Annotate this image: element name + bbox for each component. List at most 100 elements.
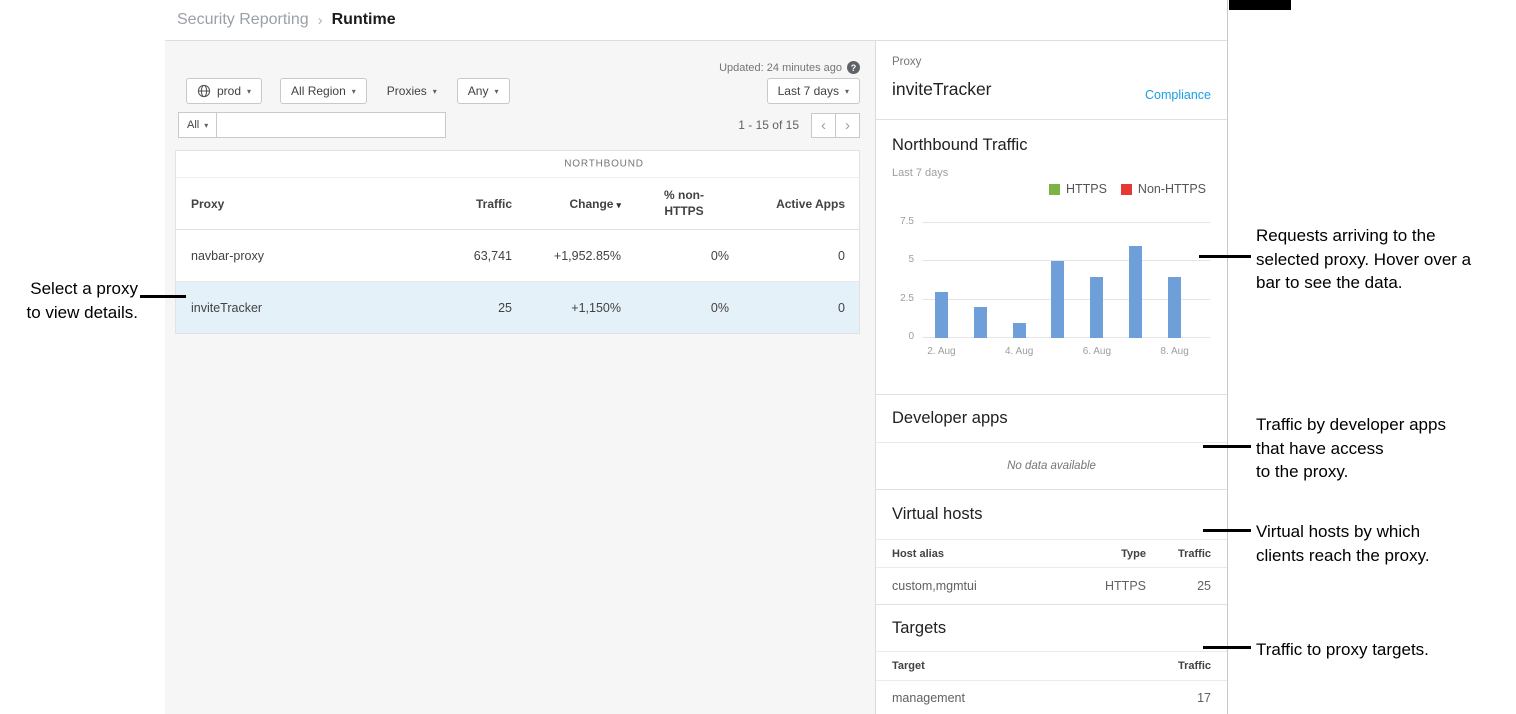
targets-section: Targets Target Traffic management 17 — [876, 605, 1227, 714]
legend-label-https: HTTPS — [1066, 182, 1107, 196]
breadcrumb-separator-icon: › — [318, 12, 323, 29]
targets-title: Targets — [892, 619, 946, 638]
column-header-target: Target — [892, 660, 1146, 672]
chevron-right-icon: › — [845, 117, 850, 134]
proxy-header-section: Proxy inviteTracker Compliance — [876, 41, 1227, 120]
column-header-traffic[interactable]: Traffic — [416, 197, 526, 211]
chart-bar-7[interactable] — [1168, 277, 1181, 338]
non-https-label-line1: % non- — [635, 188, 733, 204]
cell-traffic: 25 — [1146, 579, 1211, 593]
caret-down-icon: ▾ — [204, 121, 208, 130]
breadcrumb: Security Reporting › Runtime — [177, 7, 396, 33]
breadcrumb-parent[interactable]: Security Reporting — [177, 11, 309, 29]
date-range-value: Last 7 days — [778, 84, 839, 98]
any-dropdown[interactable]: Any ▾ — [457, 78, 510, 104]
caret-down-icon: ▾ — [494, 87, 498, 96]
column-header-host-alias: Host alias — [892, 548, 1056, 560]
callout-line-select-proxy — [140, 295, 186, 298]
table-row-invitetracker[interactable]: inviteTracker 25 +1,150% 0% 0 — [176, 282, 859, 333]
cell-active-apps: 0 — [743, 301, 859, 315]
crop-artifact — [1229, 0, 1291, 10]
filter-bar: prod ▾ All Region ▾ Proxies ▾ Any ▾ Last… — [186, 78, 860, 104]
column-header-traffic: Traffic — [1146, 660, 1211, 672]
cell-proxy: navbar-proxy — [176, 249, 416, 263]
traffic-chart-plot: 02.557.5 — [922, 223, 1210, 338]
target-row[interactable]: management 17 — [876, 681, 1227, 714]
caret-down-icon: ▾ — [433, 87, 437, 96]
table-row-navbar-proxy[interactable]: navbar-proxy 63,741 +1,952.85% 0% 0 — [176, 230, 859, 282]
column-header-non-https[interactable]: % non-HTTPS — [635, 188, 743, 219]
https-legend-swatch — [1049, 184, 1060, 195]
chevron-left-icon: ‹ — [821, 117, 826, 134]
chart-bar-2[interactable] — [974, 307, 987, 338]
proxies-dropdown[interactable]: Proxies ▾ — [385, 78, 439, 104]
x-axis-tick-label: 4. Aug — [1000, 346, 1039, 357]
virtual-host-row[interactable]: custom,mgmtui HTTPS 25 — [876, 568, 1227, 604]
annotation-select-proxy: Select a proxy to view details. — [0, 277, 138, 324]
pagination-label: 1 - 15 of 15 — [738, 118, 799, 132]
page-canvas: Security Reporting › Runtime Updated: 24… — [0, 0, 1516, 714]
breadcrumb-current: Runtime — [332, 11, 396, 29]
chart-bar-4[interactable] — [1051, 261, 1064, 338]
callout-line-virtual-hosts — [1203, 529, 1251, 532]
region-value: All Region — [291, 84, 346, 98]
y-axis-tick-label: 7.5 — [882, 216, 914, 227]
column-header-change[interactable]: Change▾ — [526, 197, 635, 211]
search-input[interactable] — [216, 112, 446, 138]
table-group-header: NORTHBOUND — [176, 151, 859, 178]
x-axis-tick-label: 8. Aug — [1155, 346, 1194, 357]
chart-bar-3[interactable] — [1013, 323, 1026, 338]
date-range-dropdown[interactable]: Last 7 days ▾ — [767, 78, 860, 104]
cell-non-https: 0% — [635, 249, 743, 263]
cell-proxy: inviteTracker — [176, 301, 416, 315]
caret-down-icon: ▾ — [845, 87, 849, 96]
globe-icon — [197, 84, 211, 98]
non-https-legend-swatch — [1121, 184, 1132, 195]
pagination-next-button[interactable]: › — [835, 113, 860, 138]
x-axis-tick-label — [1039, 346, 1078, 357]
callout-line-chart — [1199, 255, 1251, 258]
caret-down-icon: ▾ — [352, 87, 356, 96]
pagination-prev-button[interactable]: ‹ — [811, 113, 836, 138]
virtual-hosts-header-row: Host alias Type Traffic — [876, 540, 1227, 568]
chart-subtitle: Last 7 days — [892, 167, 948, 179]
updated-text: Updated: 24 minutes ago — [719, 62, 842, 74]
x-axis-tick-label — [961, 346, 1000, 357]
chart-bar-1[interactable] — [935, 292, 948, 338]
proxy-kicker: Proxy — [892, 56, 921, 68]
pagination: 1 - 15 of 15 ‹ › — [738, 113, 860, 138]
compliance-link[interactable]: Compliance — [1145, 88, 1211, 102]
detail-panel: Proxy inviteTracker Compliance Northboun… — [875, 41, 1227, 714]
callout-line-developer-apps — [1203, 445, 1251, 448]
virtual-hosts-section: Virtual hosts Host alias Type Traffic cu… — [876, 490, 1227, 605]
column-header-proxy[interactable]: Proxy — [176, 197, 416, 211]
cell-traffic: 63,741 — [416, 249, 526, 263]
search-scope-dropdown[interactable]: All ▾ — [178, 112, 217, 138]
change-label: Change — [569, 197, 613, 211]
x-axis-tick-label — [1116, 346, 1155, 357]
cell-type: HTTPS — [1056, 579, 1146, 593]
annotation-requests-chart: Requests arriving to the selected proxy.… — [1256, 224, 1471, 295]
search-bar: All ▾ 1 - 15 of 15 ‹ › — [178, 112, 860, 138]
cell-host-alias: custom,mgmtui — [892, 579, 1056, 593]
any-value: Any — [468, 84, 489, 98]
chart-legend: HTTPS Non-HTTPS — [1049, 182, 1206, 196]
region-dropdown[interactable]: All Region ▾ — [280, 78, 367, 104]
chart-bar-5[interactable] — [1090, 277, 1103, 338]
proxy-table: NORTHBOUND Proxy Traffic Change▾ % non-H… — [175, 150, 860, 334]
column-header-active-apps[interactable]: Active Apps — [743, 197, 859, 211]
panel-right-border — [1227, 0, 1228, 714]
environment-dropdown[interactable]: prod ▾ — [186, 78, 262, 104]
proxy-name: inviteTracker — [892, 79, 992, 100]
help-icon[interactable]: ? — [847, 61, 860, 74]
y-axis-tick-label: 0 — [882, 331, 914, 342]
x-axis-tick-label: 6. Aug — [1077, 346, 1116, 357]
annotation-virtual-hosts: Virtual hosts by which clients reach the… — [1256, 520, 1430, 567]
column-header-traffic: Traffic — [1146, 548, 1211, 560]
caret-down-icon: ▾ — [247, 87, 251, 96]
no-data-message: No data available — [876, 443, 1227, 488]
developer-apps-section: Developer apps No data available — [876, 395, 1227, 490]
cell-target: management — [892, 691, 1146, 705]
chart-bar-6[interactable] — [1129, 246, 1142, 338]
legend-label-non-https: Non-HTTPS — [1138, 182, 1206, 196]
